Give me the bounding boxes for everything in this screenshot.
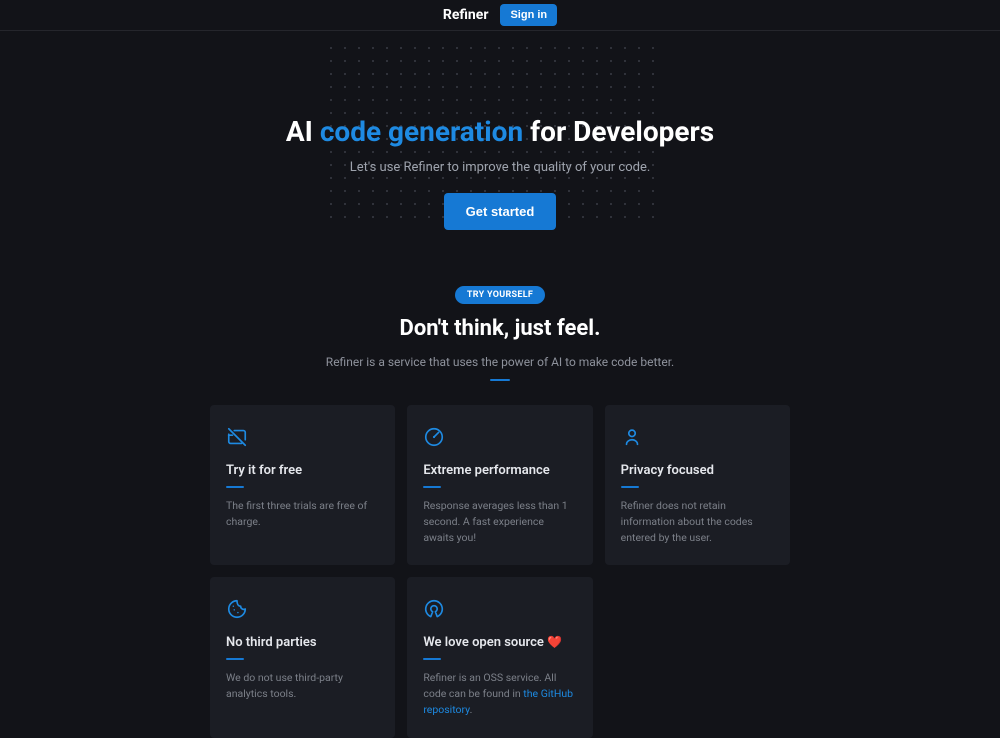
- feature-title: Try it for free: [226, 463, 379, 478]
- feature-description: We do not use third-party analytics tool…: [226, 670, 379, 702]
- feature-description: Refiner does not retain information abou…: [621, 498, 774, 545]
- opensource-icon: [423, 597, 576, 621]
- feature-card-nothirdparty: No third parties We do not use third-par…: [210, 577, 395, 737]
- hero-section: AI code generation for Developers Let's …: [0, 31, 1000, 262]
- card-divider: [423, 658, 441, 660]
- card-divider: [621, 486, 639, 488]
- hero-title: AI code generation for Developers: [0, 115, 1000, 148]
- section-badge: TRY YOURSELF: [455, 286, 545, 304]
- section-divider: [490, 379, 510, 381]
- feature-card-performance: Extreme performance Response averages le…: [407, 405, 592, 565]
- gauge-icon: [423, 425, 576, 449]
- feature-description: The first three trials are free of charg…: [226, 498, 379, 530]
- feature-title: Privacy focused: [621, 463, 774, 478]
- heart-icon: ❤️: [547, 635, 562, 649]
- feature-card-privacy: Privacy focused Refiner does not retain …: [605, 405, 790, 565]
- hero-title-prefix: AI: [286, 115, 320, 148]
- card-divider: [226, 486, 244, 488]
- feature-card-free: Try it for free The first three trials a…: [210, 405, 395, 565]
- header: Refiner Sign in: [0, 0, 1000, 31]
- credit-card-off-icon: [226, 425, 379, 449]
- feature-title: No third parties: [226, 635, 379, 650]
- hero-title-suffix: for Developers: [523, 115, 714, 148]
- feature-card-oss: We love open source ❤️ Refiner is an OSS…: [407, 577, 592, 737]
- card-divider: [226, 658, 244, 660]
- hero-title-accent: code generation: [320, 115, 523, 148]
- section-title: Don't think, just feel.: [0, 316, 1000, 341]
- feature-description: Refiner is an OSS service. All code can …: [423, 670, 576, 717]
- section-subtitle: Refiner is a service that uses the power…: [0, 355, 1000, 369]
- user-icon: [621, 425, 774, 449]
- cookie-icon: [226, 597, 379, 621]
- feature-title: Extreme performance: [423, 463, 576, 478]
- get-started-button[interactable]: Get started: [444, 193, 557, 230]
- feature-title: We love open source ❤️: [423, 635, 576, 650]
- desc-suffix: .: [470, 703, 473, 716]
- brand-name: Refiner: [443, 7, 489, 23]
- feature-description: Response averages less than 1 second. A …: [423, 498, 576, 545]
- signin-button[interactable]: Sign in: [500, 4, 557, 26]
- features-section: TRY YOURSELF Don't think, just feel. Ref…: [0, 262, 1000, 738]
- feature-grid: Try it for free The first three trials a…: [210, 405, 790, 738]
- feature-title-text: We love open source: [423, 635, 544, 650]
- card-divider: [423, 486, 441, 488]
- hero-subtitle: Let's use Refiner to improve the quality…: [0, 160, 1000, 175]
